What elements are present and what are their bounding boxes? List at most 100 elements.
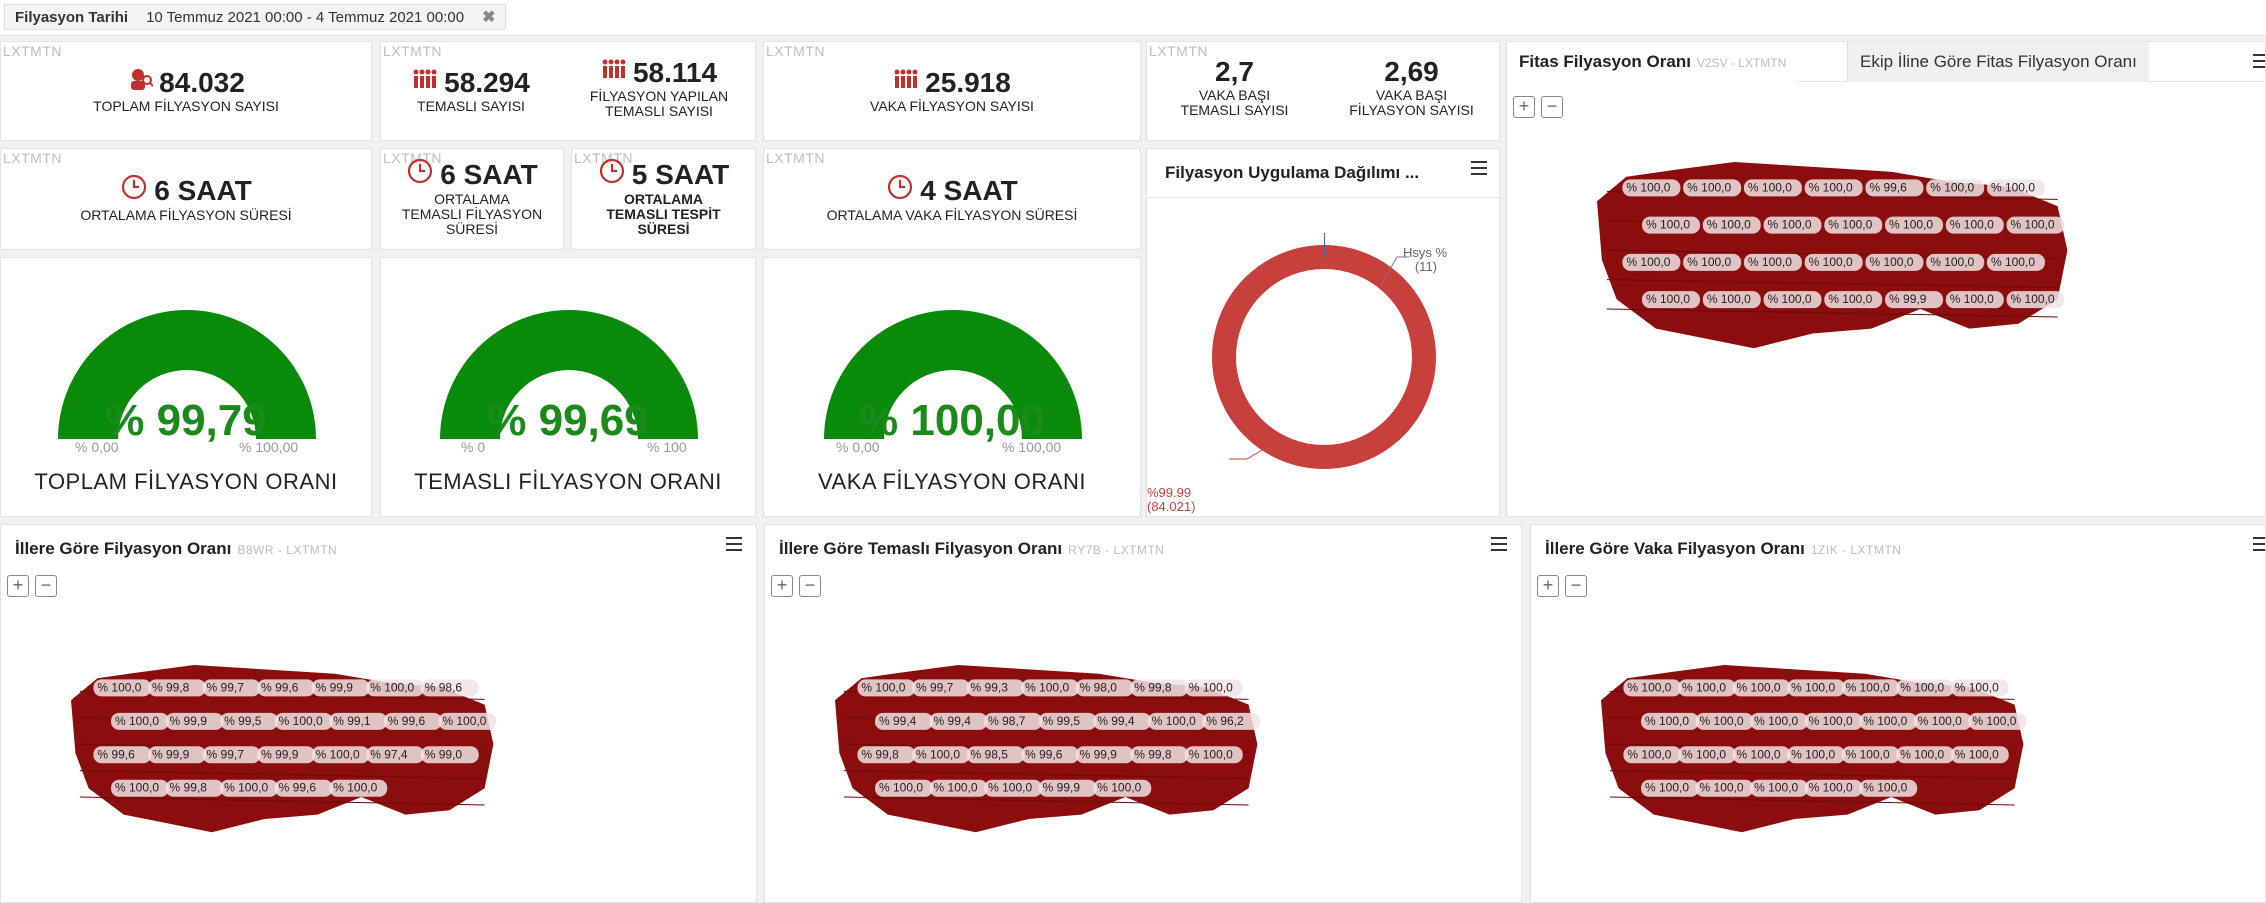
map-label: % 100,0 [875,779,933,797]
map-label-text: % 100,0 [1687,255,1731,269]
tab-fitas[interactable]: Fitas Filyasyon Oranı V2SV - LXTMTN [1507,42,1799,82]
map-label: % 100,0 [911,746,970,764]
map-label-text: % 99,6 [1025,747,1063,761]
donut-label-small: Hsys % [1403,245,1448,260]
map-label: % 100,0 [2006,216,2065,234]
map-label: % 99,6 [1021,746,1080,764]
map-label: % 99,6 [274,779,333,797]
close-icon[interactable]: ✖ [482,7,495,27]
kpi-avg-contact-time-label3: SÜRESİ [445,221,499,237]
map-label: % 100,0 [1642,291,1700,309]
kpi-avg-time: 6 SAAT ORTALAMA FİLYASYON SÜRESİ [1,173,371,223]
map-label-text: % 99,8 [1134,680,1172,694]
kpi-avg-detect-time-label3: SÜRESİ [637,221,690,237]
map-label-text: % 100,0 [1863,781,1907,795]
map-label-text: % 100,0 [1737,680,1781,694]
watermark: LXTMTN [3,150,62,166]
map-label: % 99,7 [911,679,970,697]
map-label: % 99,4 [875,712,933,730]
map-label-text: % 100,0 [224,781,268,795]
gauge-min: % 0,00 [836,439,880,455]
map-label: % 100,0 [311,746,370,764]
map-label-text: % 100,0 [1189,680,1233,694]
date-filter-chip[interactable]: Filyasyon Tarihi 10 Temmuz 2021 00:00 - … [4,4,507,30]
map-label: % 100,0 [274,712,333,730]
map-label-text: % 100,0 [442,714,486,728]
map-label-text: % 100,0 [1097,781,1141,795]
menu-icon[interactable] [1491,537,1507,551]
map-label-text: % 100,0 [1627,747,1671,761]
map-label-text: % 100,0 [2011,292,2055,306]
map-label: % 99,9 [311,679,370,697]
map-label: % 97,4 [366,746,425,764]
clock-icon [886,173,914,208]
map-label: % 100,0 [1750,712,1809,730]
kpi-case: 25.918 VAKA FİLYASYON SAYISI [764,66,1140,114]
map-label-text: % 100,0 [879,781,923,795]
map-label-text: % 100,0 [1828,218,1872,232]
map-label-text: % 99,6 [261,680,299,694]
map-label: % 99,9 [165,712,224,730]
map-label: % 100,0 [1677,679,1736,697]
tab-fitas-code: V2SV - LXTMTN [1696,56,1787,70]
kpi-per-case-label2: TEMASLI SAYISI [1180,102,1289,118]
map-label-text: % 100,0 [1809,180,1853,194]
menu-icon[interactable] [2253,537,2265,551]
clock-icon [120,173,148,208]
map-label-text: % 100,0 [1768,218,1812,232]
watermark: LXTMTN [766,43,825,59]
map-label: % 100,0 [1184,746,1243,764]
map-label: % 100,0 [1896,679,1955,697]
map-label: % 100,0 [1787,746,1846,764]
map-label: % 100,0 [1945,216,2004,234]
map-label-text: % 100,0 [1991,255,2035,269]
map-label: % 100,0 [1986,179,2045,197]
map-label: % 100,0 [1896,746,1955,764]
map-label: % 100,0 [984,779,1043,797]
menu-icon[interactable] [2253,54,2265,68]
kpi-case-label: VAKA FİLYASYON SAYISI [870,98,1034,114]
map-label: % 99,1 [329,712,388,730]
map-label: % 99,8 [165,779,224,797]
gauge-min: % 0 [461,439,486,455]
map-label: % 100,0 [1945,291,2004,309]
map-tabs: Fitas Filyasyon Oranı V2SV - LXTMTN Ekip … [1507,42,2265,82]
map-label: % 100,0 [1804,712,1863,730]
map-label: % 99,6 [93,746,152,764]
map-label: % 100,0 [1641,712,1699,730]
map-label-text: % 100,0 [1950,218,1994,232]
tab-ekip-ili[interactable]: Ekip İline Göre Fitas Filyasyon Oranı [1847,42,2149,82]
kpi-per-case-fil: 2,69 VAKA BAŞI FİLYASYON SAYISI [1322,56,1499,118]
gauge-max: % 100,00 [1002,439,1062,455]
map-label-text: % 100,0 [1748,180,1792,194]
map-label: % 100,0 [93,679,152,697]
map-label-text: % 100,0 [1627,680,1671,694]
filter-bar: Filyasyon Tarihi 10 Temmuz 2021 00:00 - … [0,0,2266,36]
map-label: % 100,0 [1950,679,2009,697]
map-label-text: % 99,0 [425,747,463,761]
kpi-per-case-value: 2,7 [1215,56,1254,87]
map-label-text: % 100,0 [1626,180,1670,194]
map-label-text: % 99,5 [1043,714,1081,728]
kpi-per-case-panel: LXTMTN 2,7 VAKA BAŞI TEMASLI SAYISI 2,69… [1146,41,1500,141]
kpi-contact-label: TEMASLI SAYISI [417,98,525,114]
map-label: % 100,0 [1695,712,1754,730]
map-label: % 100,0 [1642,216,1700,234]
map-label: % 100,0 [1865,253,1924,271]
map-label-text: % 100,0 [1646,218,1690,232]
kpi-total: 84.032 TOPLAM FİLYASYON SAYISI [1,66,371,114]
map-label-text: % 100,0 [97,680,141,694]
map-label: % 100,0 [1841,679,1900,697]
map-label-text: % 100,0 [1930,255,1974,269]
kpi-avg-contact-time-label1: ORTALAMA [434,191,510,207]
turkey-map: % 100,0 % 99,7 % 99,3 % 100,0 % 98,0 % 99,8 % … [835,665,1261,833]
map-label-text: % 100,0 [1707,292,1751,306]
people-group-icon [601,56,627,89]
map-label-text: % 100,0 [1754,714,1798,728]
map-label-text: % 100,0 [1748,255,1792,269]
map-label: % 100,0 [1750,779,1809,797]
menu-icon[interactable] [726,537,742,551]
map-label: % 100,0 [366,679,425,697]
menu-icon[interactable] [1471,161,1487,175]
kpi-case-value: 25.918 [925,66,1011,98]
